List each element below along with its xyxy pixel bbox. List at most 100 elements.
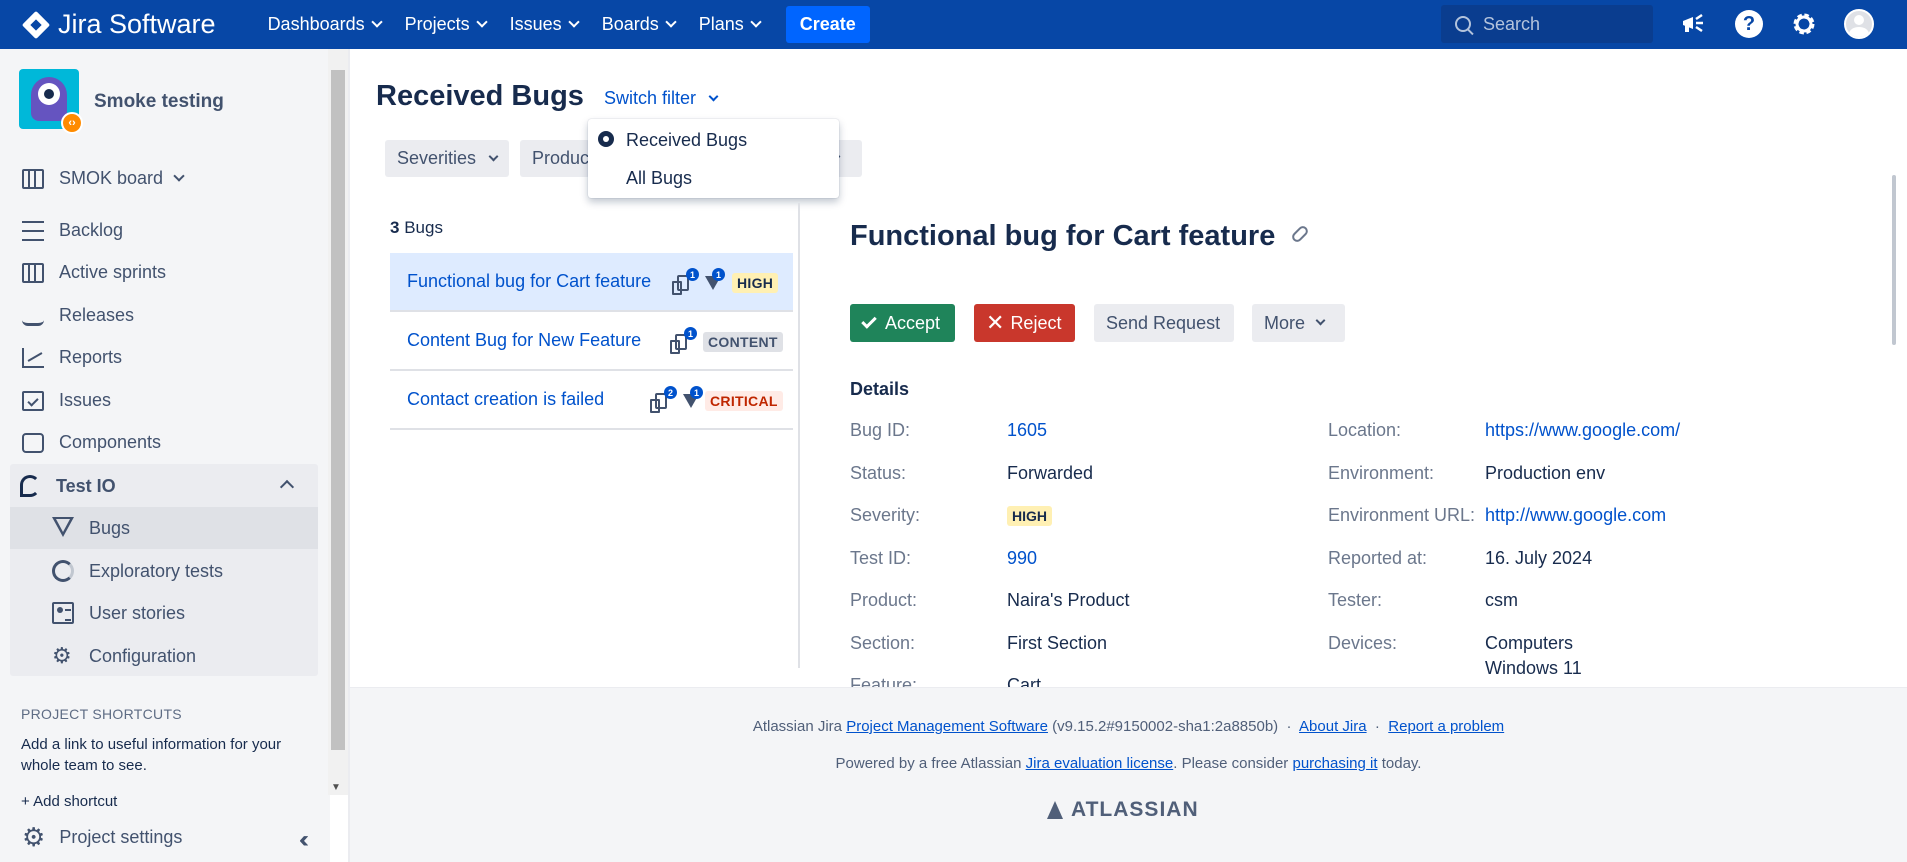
footer: Atlassian Jira Project Management Softwa… <box>350 687 1907 862</box>
search-input[interactable]: Search <box>1441 5 1653 43</box>
chevron-down-icon <box>475 16 488 28</box>
brand-name: Jira Software <box>58 9 216 39</box>
footer-line-2: Powered by a free Atlassian Jira evaluat… <box>350 755 1907 772</box>
project-settings-link[interactable]: ⚙ Project settings <box>22 824 183 850</box>
severity-badge: HIGH <box>1007 506 1052 526</box>
nav-plans[interactable]: Plans <box>698 6 762 43</box>
detail-label: Bug ID: <box>850 420 911 440</box>
detail-label: Devices: <box>1328 633 1398 653</box>
purchasing-link[interactable]: purchasing it <box>1292 755 1377 772</box>
nav-issues[interactable]: Issues <box>509 6 580 43</box>
detail-label: Environment: <box>1328 463 1435 483</box>
sidebar-item-label: Releases <box>59 305 135 325</box>
devices-os-value: Windows 11 <box>1485 658 1582 678</box>
testio-logo-icon <box>20 475 40 497</box>
nav-label: Boards <box>601 14 659 34</box>
gear-icon: ⚙ <box>52 643 72 668</box>
devices-value: Computers <box>1485 633 1574 653</box>
sidebar-item-components[interactable]: Components <box>22 432 161 453</box>
sidebar-item-issues[interactable]: Issues <box>22 390 111 411</box>
sidebar-item-backlog[interactable]: Backlog <box>22 220 123 241</box>
sidebar-item-label: Components <box>59 432 162 452</box>
evaluation-license-link[interactable]: Jira evaluation license <box>1026 755 1174 772</box>
location-link[interactable]: https://www.google.com/ <box>1485 420 1680 441</box>
sidebar-item-label: Bugs <box>89 517 131 538</box>
puzzle-icon <box>22 432 44 453</box>
board-label: SMOK board <box>59 168 164 188</box>
footer-text: Atlassian Jira <box>752 718 843 735</box>
search-icon <box>1455 16 1471 32</box>
ship-icon <box>22 306 44 326</box>
collapse-sidebar-icon[interactable]: ‹‹ <box>299 826 309 854</box>
sidebar-item-label: Active sprints <box>59 262 167 282</box>
search-placeholder: Search <box>1483 13 1541 34</box>
detail-label: Test ID: <box>850 548 912 568</box>
report-problem-link[interactable]: Report a problem <box>1388 718 1504 735</box>
nav-boards[interactable]: Boards <box>601 6 677 43</box>
project-type-badge-icon: ‹› <box>61 112 83 134</box>
footer-text: today. <box>1381 755 1422 772</box>
product-value: Naira's Product <box>1007 590 1130 610</box>
nav-label: Plans <box>698 14 744 34</box>
nav-projects[interactable]: Projects <box>405 6 488 43</box>
chevron-down-icon <box>370 16 383 28</box>
feature-value: Cart <box>1007 675 1042 687</box>
atlassian-logo-icon <box>1047 801 1063 819</box>
create-button[interactable]: Create <box>785 6 870 43</box>
sidebar-item-label: Issues <box>59 390 112 410</box>
shortcuts-description: Add a link to useful information for you… <box>21 736 282 774</box>
detail-label: Status: <box>850 463 907 483</box>
nav-label: Issues <box>509 14 562 34</box>
atlassian-logo[interactable]: ATLASSIAN <box>1047 798 1199 822</box>
main-scrollbar-thumb[interactable] <box>1892 175 1896 345</box>
sidebar-item-label: Reports <box>59 347 123 367</box>
detail-label: Environment URL: <box>1328 505 1476 525</box>
bug-triangle-icon <box>52 517 74 539</box>
detail-label: Tester: <box>1328 590 1383 610</box>
test-id-link[interactable]: 990 <box>1007 548 1037 569</box>
separator: · <box>1374 718 1380 735</box>
testio-label: Test IO <box>56 475 116 496</box>
environment-url-link[interactable]: http://www.google.com <box>1485 505 1666 526</box>
testio-section-toggle[interactable]: Test IO <box>20 475 116 497</box>
sidebar-item-configuration[interactable]: ⚙ Configuration <box>52 645 196 667</box>
chevron-down-icon <box>568 16 580 28</box>
reported-at-value: 16. July 2024 <box>1485 548 1593 568</box>
environment-value: Production env <box>1485 463 1606 483</box>
shortcuts-title: PROJECT SHORTCUTS <box>21 706 182 722</box>
footer-line-1: Atlassian Jira Project Management Softwa… <box>350 718 1907 735</box>
version-text: (v9.15.2#9150002-sha1:2a8850b) <box>1052 718 1279 735</box>
sidebar-item-bugs[interactable]: Bugs <box>52 517 130 539</box>
help-icon[interactable]: ? <box>1733 8 1765 40</box>
sidebar-item-user-stories[interactable]: User stories <box>52 602 185 624</box>
board-selector[interactable]: SMOK board <box>22 168 185 189</box>
notifications-megaphone-icon[interactable] <box>1678 8 1710 40</box>
project-settings-label: Project settings <box>59 826 183 847</box>
main-nav: Dashboards Projects Issues Boards Plans … <box>268 6 870 43</box>
detail-label: Feature: <box>850 675 918 687</box>
atlassian-wordmark: ATLASSIAN <box>1071 798 1199 821</box>
jira-logo[interactable]: Jira Software <box>21 9 216 40</box>
sidebar-item-reports[interactable]: Reports <box>22 347 122 368</box>
detail-label: Section: <box>850 633 916 653</box>
section-value: First Section <box>1007 633 1108 653</box>
add-shortcut-link[interactable]: + Add shortcut <box>21 793 301 807</box>
sidebar-item-active-sprints[interactable]: Active sprints <box>22 262 166 283</box>
board-icon <box>22 168 44 189</box>
sidebar-item-releases[interactable]: Releases <box>22 305 134 326</box>
detail-label: Severity: <box>850 505 921 525</box>
nav-dashboards[interactable]: Dashboards <box>268 6 383 43</box>
chart-icon <box>22 347 44 368</box>
project-name[interactable]: Smoke testing <box>94 91 224 113</box>
sidebar-item-label: Exploratory tests <box>89 560 224 581</box>
avatar-icon <box>1844 9 1874 39</box>
about-jira-link[interactable]: About Jira <box>1299 718 1367 735</box>
sidebar-scrollbar-thumb[interactable] <box>331 70 345 750</box>
bug-id-link[interactable]: 1605 <box>1007 420 1047 441</box>
backlog-icon <box>22 220 44 241</box>
user-avatar[interactable] <box>1843 8 1875 40</box>
scroll-down-arrow-icon[interactable]: ▼ <box>331 782 341 793</box>
project-management-software-link[interactable]: Project Management Software <box>846 718 1048 735</box>
sidebar-item-exploratory-tests[interactable]: Exploratory tests <box>52 560 223 582</box>
settings-gear-icon[interactable] <box>1788 8 1820 40</box>
